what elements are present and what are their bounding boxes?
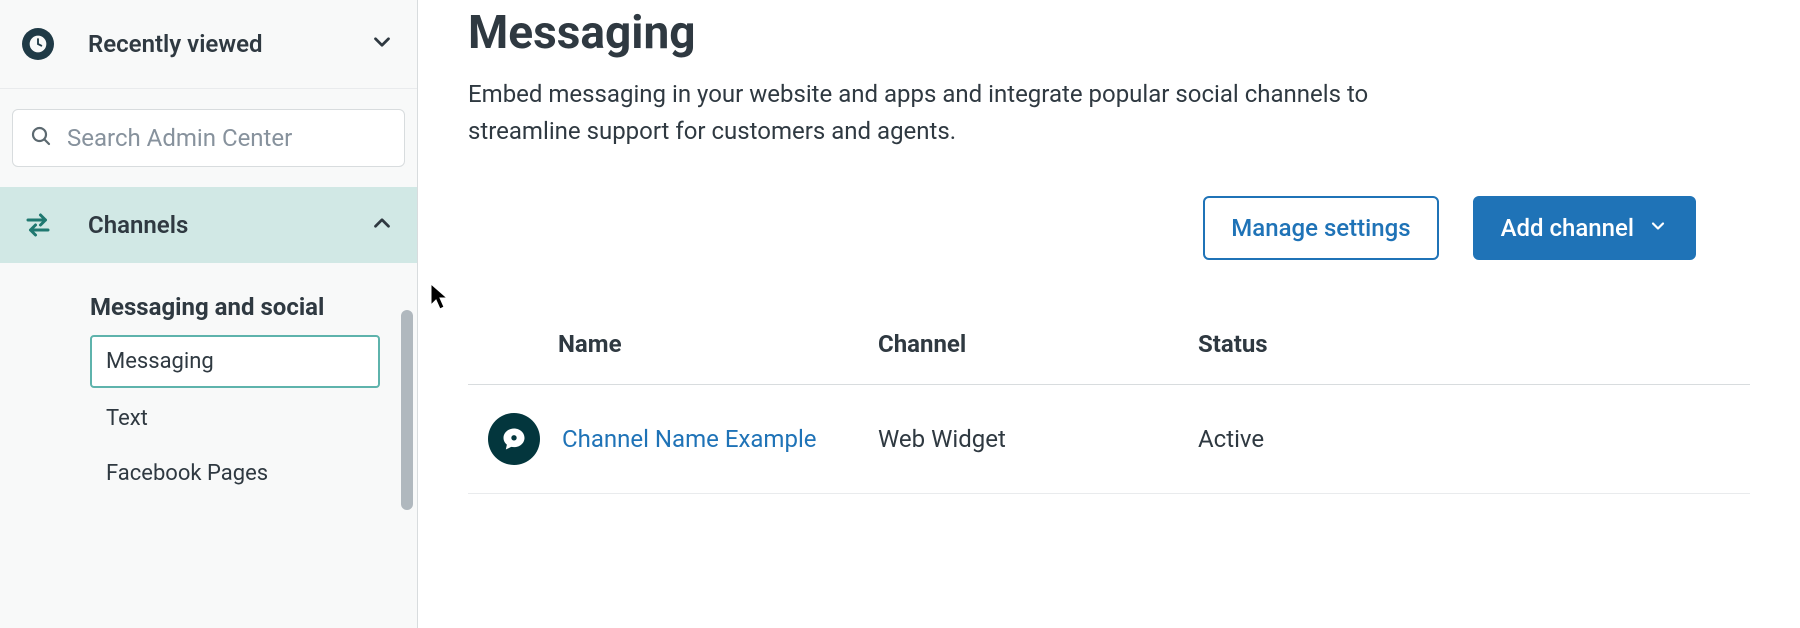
channels-label: Channels — [88, 211, 369, 239]
chevron-down-icon — [1648, 214, 1668, 242]
channels-table: Name Channel Status Channel Name Example… — [468, 330, 1750, 494]
search-input[interactable] — [67, 124, 388, 152]
page-title: Messaging — [468, 6, 1750, 60]
cell-status: Active — [1198, 425, 1750, 453]
cell-name: Channel Name Example — [468, 413, 878, 465]
subsection-title: Messaging and social — [90, 293, 417, 321]
main-content: Messaging Embed messaging in your websit… — [418, 0, 1800, 628]
sidebar-item-messaging[interactable]: Messaging — [90, 335, 380, 388]
chat-bubble-icon — [488, 413, 540, 465]
sidebar: Recently viewed Channels Messaging and s… — [0, 0, 418, 628]
add-channel-label: Add channel — [1501, 214, 1634, 242]
col-header-channel: Channel — [878, 330, 1198, 358]
subsection-messaging-social: Messaging and social Messaging Text Face… — [0, 263, 417, 504]
channel-name-link[interactable]: Channel Name Example — [562, 425, 817, 453]
recently-viewed-label: Recently viewed — [88, 30, 369, 58]
scrollbar-thumb[interactable] — [401, 310, 413, 510]
sidebar-item-channels[interactable]: Channels — [0, 187, 417, 263]
page-description: Embed messaging in your website and apps… — [468, 76, 1428, 150]
cell-channel: Web Widget — [878, 425, 1198, 453]
search-box[interactable] — [12, 109, 405, 167]
table-row[interactable]: Channel Name Example Web Widget Active — [468, 385, 1750, 494]
sidebar-item-text[interactable]: Text — [90, 394, 380, 443]
chevron-down-icon — [369, 29, 395, 59]
search-icon — [29, 124, 67, 152]
search-container — [0, 89, 417, 187]
arrows-swap-icon — [22, 209, 54, 241]
table-header: Name Channel Status — [468, 330, 1750, 385]
col-header-status: Status — [1198, 330, 1750, 358]
clock-icon — [22, 28, 54, 60]
chevron-up-icon — [369, 210, 395, 240]
add-channel-button[interactable]: Add channel — [1473, 196, 1696, 260]
col-header-name: Name — [468, 330, 878, 358]
manage-settings-button[interactable]: Manage settings — [1203, 196, 1438, 260]
action-bar: Manage settings Add channel — [468, 196, 1750, 260]
sidebar-item-facebook-pages[interactable]: Facebook Pages — [90, 449, 380, 498]
recently-viewed-toggle[interactable]: Recently viewed — [0, 0, 417, 89]
